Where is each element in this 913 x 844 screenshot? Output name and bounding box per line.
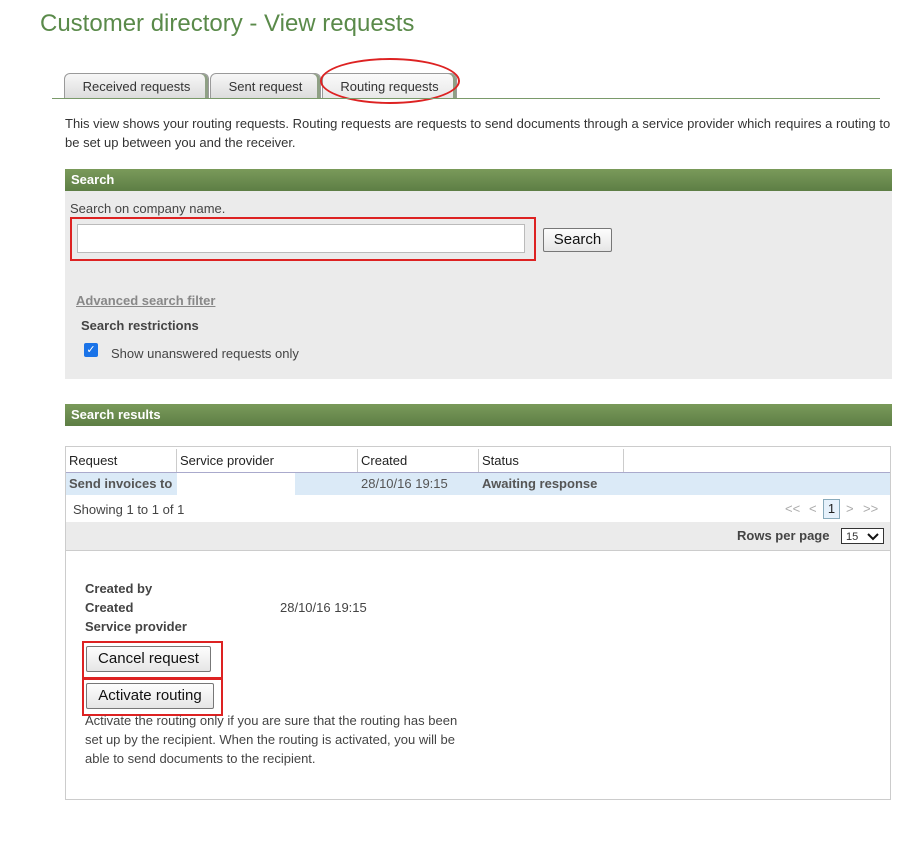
search-button[interactable]: Search (543, 228, 612, 252)
column-separator (623, 449, 624, 473)
rows-per-page-select[interactable]: 15 (841, 528, 884, 544)
tab-sent-request[interactable]: Sent request (210, 73, 321, 98)
cell-status[interactable]: Awaiting response (482, 476, 597, 491)
unanswered-only-label[interactable]: Show unanswered requests only (111, 346, 299, 361)
column-separator (176, 449, 177, 473)
pager-prev[interactable]: < (809, 501, 817, 516)
column-separator (478, 449, 479, 473)
search-label: Search on company name. (70, 201, 226, 216)
search-header: Search (65, 169, 892, 191)
tab-received-requests[interactable]: Received requests (64, 73, 209, 98)
unanswered-only-checkbox[interactable]: ✓ (84, 343, 98, 357)
cell-request[interactable]: Send invoices to (69, 476, 172, 491)
activate-routing-button[interactable]: Activate routing (86, 683, 214, 709)
column-header-created[interactable]: Created (361, 451, 407, 471)
service-provider-label: Service provider (85, 619, 187, 634)
results-header: Search results (65, 404, 892, 426)
column-header-status[interactable]: Status (482, 451, 519, 471)
search-input[interactable] (77, 224, 525, 253)
pager-next[interactable]: > (846, 501, 854, 516)
activate-note: Activate the routing only if you are sur… (85, 713, 458, 766)
cell-created[interactable]: 28/10/16 19:15 (361, 476, 448, 491)
tab-divider (52, 98, 880, 99)
created-value: 28/10/16 19:15 (280, 600, 367, 615)
intro-text: This view shows your routing requests. R… (65, 116, 891, 150)
page-title: Customer directory - View requests (40, 10, 415, 37)
rows-per-page-label: Rows per page (737, 528, 830, 543)
showing-count: Showing 1 to 1 of 1 (73, 502, 185, 517)
chevron-down-icon (867, 533, 879, 541)
pager-current-page[interactable]: 1 (823, 499, 840, 519)
rows-per-page-value: 15 (846, 531, 859, 543)
pager-last[interactable]: >> (863, 501, 878, 516)
cancel-request-button[interactable]: Cancel request (86, 646, 211, 672)
pager-first[interactable]: << (785, 501, 800, 516)
column-header-service-provider[interactable]: Service provider (180, 451, 274, 471)
column-header-request[interactable]: Request (69, 451, 117, 471)
cell-service-provider[interactable] (177, 473, 295, 495)
advanced-search-filter-link[interactable]: Advanced search filter (76, 293, 215, 308)
created-by-label: Created by (85, 581, 153, 596)
search-restrictions-label: Search restrictions (81, 318, 199, 333)
column-separator (357, 449, 358, 473)
created-label: Created (85, 600, 134, 615)
